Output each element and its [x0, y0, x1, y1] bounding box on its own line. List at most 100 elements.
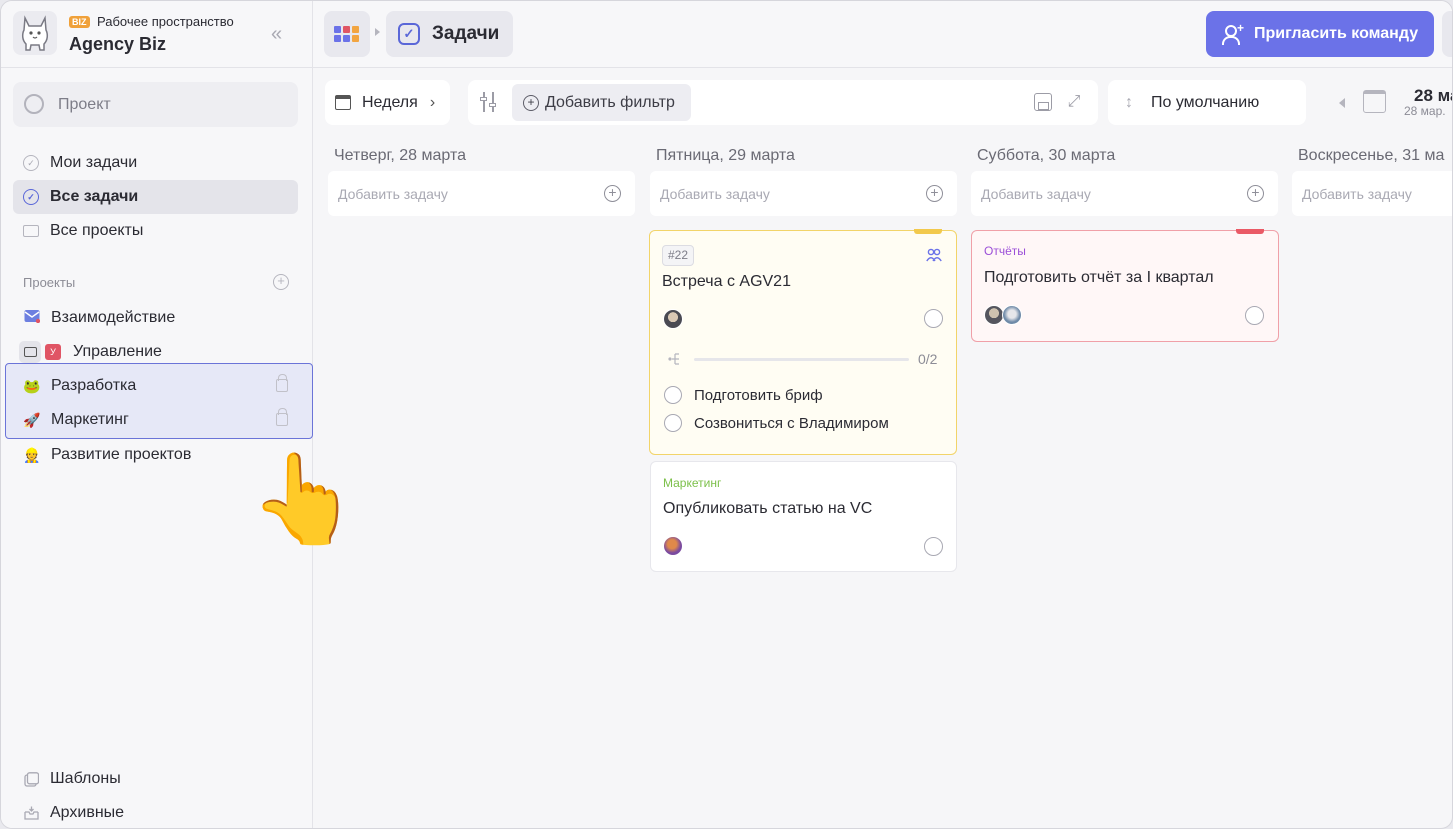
- save-filter-icon[interactable]: [1034, 93, 1052, 111]
- filter-bar: + Добавить фильтр ⤢: [468, 80, 1098, 125]
- search-icon: [24, 94, 44, 114]
- view-selector[interactable]: Неделя ›: [325, 80, 450, 125]
- column-title: Пятница, 29 марта: [656, 147, 795, 164]
- task-title: Подготовить отчёт за I квартал: [984, 269, 1214, 286]
- nav-archive[interactable]: Архивные: [13, 796, 298, 828]
- subtask-label: Подготовить бриф: [694, 386, 823, 404]
- folder-icon: [23, 225, 39, 237]
- folder-icon: [19, 341, 41, 363]
- projects-section-title: Проекты: [23, 275, 76, 290]
- project-item-development[interactable]: 🐸 Разработка: [13, 369, 298, 403]
- project-label: Взаимодействие: [51, 309, 176, 326]
- project-label: Разработка: [51, 377, 137, 394]
- plus-circle-icon[interactable]: +: [1247, 185, 1264, 202]
- project-item-management[interactable]: У Управление: [13, 335, 298, 369]
- current-date-short: 28 мар.: [1404, 104, 1446, 118]
- subtasks-icon: [668, 352, 682, 366]
- nav-my-tasks[interactable]: ✓ Мои задачи: [13, 146, 298, 180]
- top-bar: ✓ Задачи + Пригласить команду: [313, 1, 1452, 68]
- apps-grid-icon: [334, 26, 359, 42]
- nav-label: Архивные: [50, 804, 125, 821]
- calendar-icon[interactable]: [1363, 90, 1386, 113]
- team-icon: [926, 248, 944, 264]
- add-task-field[interactable]: [1292, 171, 1452, 216]
- task-number-badge: #22: [662, 245, 695, 266]
- tab-label: Задачи: [432, 23, 500, 44]
- project-label: Маркетинг: [51, 411, 129, 428]
- subtask-item[interactable]: Созвониться с Владимиром: [664, 414, 889, 432]
- subtask-checkbox[interactable]: [664, 414, 682, 432]
- topbar-overflow-button[interactable]: [1442, 11, 1452, 57]
- sidebar: BIZ Рабочее пространство Agency Biz « ✓ …: [1, 1, 313, 828]
- tab-tasks[interactable]: ✓ Задачи: [386, 11, 513, 57]
- task-card[interactable]: Отчёты Подготовить отчёт за I квартал: [971, 229, 1279, 342]
- check-circle-icon: ✓: [23, 189, 39, 205]
- add-task-input[interactable]: [660, 183, 900, 205]
- task-card[interactable]: Маркетинг Опубликовать статью на VC: [650, 461, 957, 572]
- collapse-sidebar-icon[interactable]: «: [271, 23, 293, 45]
- nav-label: Шаблоны: [50, 770, 121, 787]
- project-item-marketing[interactable]: 🚀 Маркетинг: [13, 403, 298, 437]
- workspace-avatar: [13, 11, 57, 55]
- project-item-interaction[interactable]: Взаимодействие: [13, 301, 298, 335]
- cat-mascot-icon: [21, 15, 49, 51]
- pointing-hand-icon: 👆: [249, 449, 359, 548]
- subtask-item[interactable]: Подготовить бриф: [664, 386, 823, 404]
- add-task-field[interactable]: +: [971, 171, 1278, 216]
- view-label: Неделя: [362, 93, 418, 111]
- add-task-input[interactable]: [981, 183, 1221, 205]
- nav-label: Мои задачи: [50, 154, 138, 171]
- prev-arrow-icon[interactable]: [1339, 98, 1345, 108]
- column-title: Четверг, 28 марта: [334, 147, 466, 164]
- add-task-input[interactable]: [1302, 183, 1452, 205]
- nav-templates[interactable]: Шаблоны: [13, 762, 298, 796]
- avatar: [663, 536, 683, 556]
- breadcrumb-separator-icon: [375, 28, 380, 36]
- construction-worker-icon: 👷: [23, 447, 41, 463]
- complete-toggle[interactable]: [924, 309, 943, 328]
- add-task-field[interactable]: +: [328, 171, 635, 216]
- app-window: BIZ Рабочее пространство Agency Biz « ✓ …: [0, 0, 1453, 829]
- add-project-icon[interactable]: +: [273, 274, 289, 290]
- avatar: [984, 305, 1004, 325]
- invite-team-button[interactable]: + Пригласить команду: [1206, 11, 1434, 57]
- project-label: Управление: [73, 343, 162, 360]
- nav-all-tasks[interactable]: ✓ Все задачи: [13, 180, 298, 214]
- subtask-progress-bar: [694, 358, 909, 361]
- nav-all-projects[interactable]: Все проекты: [13, 214, 298, 248]
- apps-button[interactable]: [324, 11, 370, 57]
- add-filter-button[interactable]: + Добавить фильтр: [512, 84, 691, 121]
- current-date: 28 ма: [1414, 86, 1452, 105]
- invite-label: Пригласить команду: [1254, 25, 1419, 42]
- sort-selector[interactable]: ↕ По умолчанию: [1108, 80, 1306, 125]
- task-card[interactable]: #22 Встреча с AGV21 0/2 Подготовить бриф…: [649, 229, 957, 455]
- search-input[interactable]: [58, 93, 278, 117]
- avatar: [663, 309, 683, 329]
- project-search[interactable]: [13, 82, 298, 127]
- complete-toggle[interactable]: [924, 537, 943, 556]
- add-task-input[interactable]: [338, 183, 578, 205]
- date-navigator: 28 ма 28 мар.: [1321, 80, 1452, 125]
- expand-icon[interactable]: ⤢: [1065, 93, 1083, 111]
- sliders-icon[interactable]: [480, 92, 500, 112]
- avatar: [1002, 305, 1022, 325]
- complete-toggle[interactable]: [1245, 306, 1264, 325]
- chevron-right-icon: ›: [429, 93, 436, 111]
- column-title: Воскресенье, 31 ма: [1298, 147, 1445, 164]
- column-title: Суббота, 30 марта: [977, 147, 1116, 164]
- archive-icon: [23, 805, 39, 821]
- priority-tag: [914, 229, 942, 234]
- subtask-checkbox[interactable]: [664, 386, 682, 404]
- nav-label: Все задачи: [50, 188, 139, 205]
- add-task-field[interactable]: +: [650, 171, 957, 216]
- project-label: Развитие проектов: [51, 446, 192, 463]
- rocket-icon: 🚀: [23, 412, 41, 428]
- plus-circle-icon[interactable]: +: [926, 185, 943, 202]
- check-circle-icon: ✓: [23, 155, 39, 171]
- lock-icon: [276, 408, 288, 426]
- nav-label: Все проекты: [50, 222, 144, 239]
- project-badge: У: [45, 344, 61, 360]
- sort-arrows-icon: ↕: [1125, 93, 1133, 111]
- plus-circle-icon[interactable]: +: [604, 185, 621, 202]
- workspace-header[interactable]: BIZ Рабочее пространство Agency Biz «: [1, 1, 313, 68]
